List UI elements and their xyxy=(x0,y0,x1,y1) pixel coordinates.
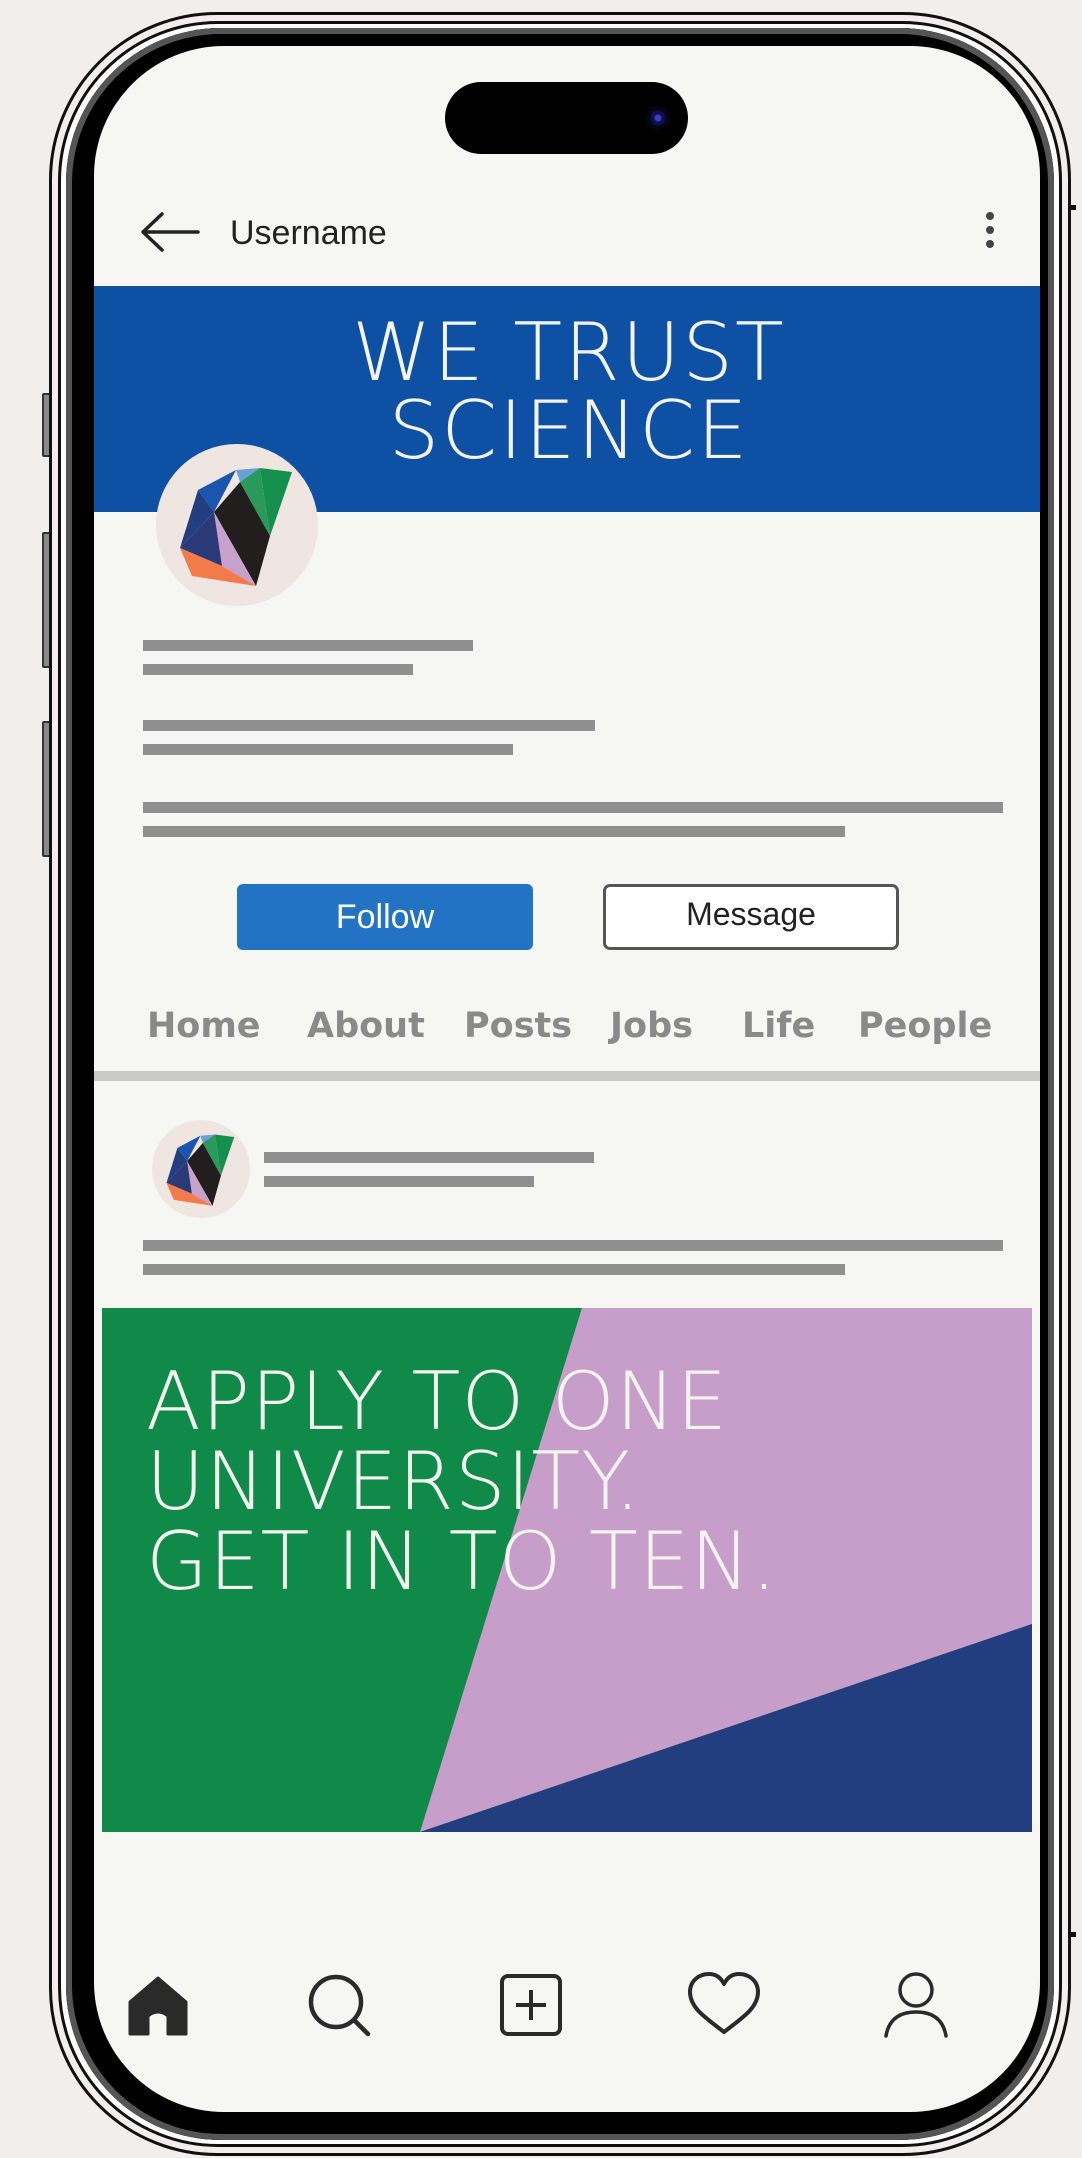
section-divider xyxy=(94,1071,1040,1081)
bottom-navigation xyxy=(94,1966,1040,2056)
follow-button[interactable]: Follow xyxy=(237,884,533,950)
tab-about[interactable]: About xyxy=(307,996,425,1056)
message-button[interactable]: Message xyxy=(603,884,899,950)
banner-title-line: WE TRUST xyxy=(352,306,786,399)
bio-placeholder-line xyxy=(143,640,473,651)
heart-icon[interactable] xyxy=(684,1966,764,2046)
post-headline-line: GET IN TO TEN. xyxy=(146,1515,778,1608)
search-icon[interactable] xyxy=(300,1966,380,2046)
bio-placeholder-line xyxy=(143,744,513,755)
profile-tabs: Home About Posts Jobs Life People xyxy=(94,996,1040,1056)
company-logo-icon xyxy=(166,1134,235,1206)
post-author-placeholder xyxy=(264,1152,594,1163)
bio-placeholder-line xyxy=(143,664,413,675)
bio-placeholder-line xyxy=(143,720,595,731)
post-text-placeholder xyxy=(143,1240,1003,1251)
banner-title-line: SCIENCE xyxy=(388,384,750,477)
post-text-placeholder xyxy=(143,1264,845,1275)
top-bar: Username xyxy=(94,196,1040,276)
profile-avatar[interactable] xyxy=(156,444,318,606)
camera-icon xyxy=(646,106,670,130)
post-author-placeholder xyxy=(264,1176,534,1187)
phone-mockup: Username WE TRUST SCIENCE Follow Message… xyxy=(0,0,1082,2158)
banner-title: WE TRUST SCIENCE xyxy=(324,306,814,477)
post-headline: APPLY TO ONE UNIVERSITY. GET IN TO TEN. xyxy=(146,1362,778,1602)
tab-life[interactable]: Life xyxy=(742,996,815,1056)
tab-people[interactable]: People xyxy=(858,996,992,1056)
profile-icon[interactable] xyxy=(876,1966,956,2046)
tab-home[interactable]: Home xyxy=(147,996,261,1056)
company-logo-icon xyxy=(180,468,292,586)
arrow-left-icon[interactable] xyxy=(140,210,200,254)
post-headline-line: APPLY TO ONE xyxy=(146,1355,729,1448)
bio-placeholder-line xyxy=(143,826,845,837)
home-icon[interactable] xyxy=(118,1966,198,2046)
phone-screen: Username WE TRUST SCIENCE Follow Message… xyxy=(94,46,1040,2112)
vertical-ellipsis-icon[interactable] xyxy=(980,206,1000,262)
tab-jobs[interactable]: Jobs xyxy=(610,996,693,1056)
page-username: Username xyxy=(230,214,387,252)
tab-posts[interactable]: Posts xyxy=(464,996,572,1056)
bio-placeholder-line xyxy=(143,802,1003,813)
post-headline-line: UNIVERSITY. xyxy=(146,1435,642,1528)
post-author-avatar[interactable] xyxy=(152,1120,250,1218)
add-post-icon[interactable] xyxy=(492,1966,572,2046)
dynamic-island xyxy=(445,82,688,154)
post-image[interactable]: APPLY TO ONE UNIVERSITY. GET IN TO TEN. xyxy=(102,1308,1032,1832)
